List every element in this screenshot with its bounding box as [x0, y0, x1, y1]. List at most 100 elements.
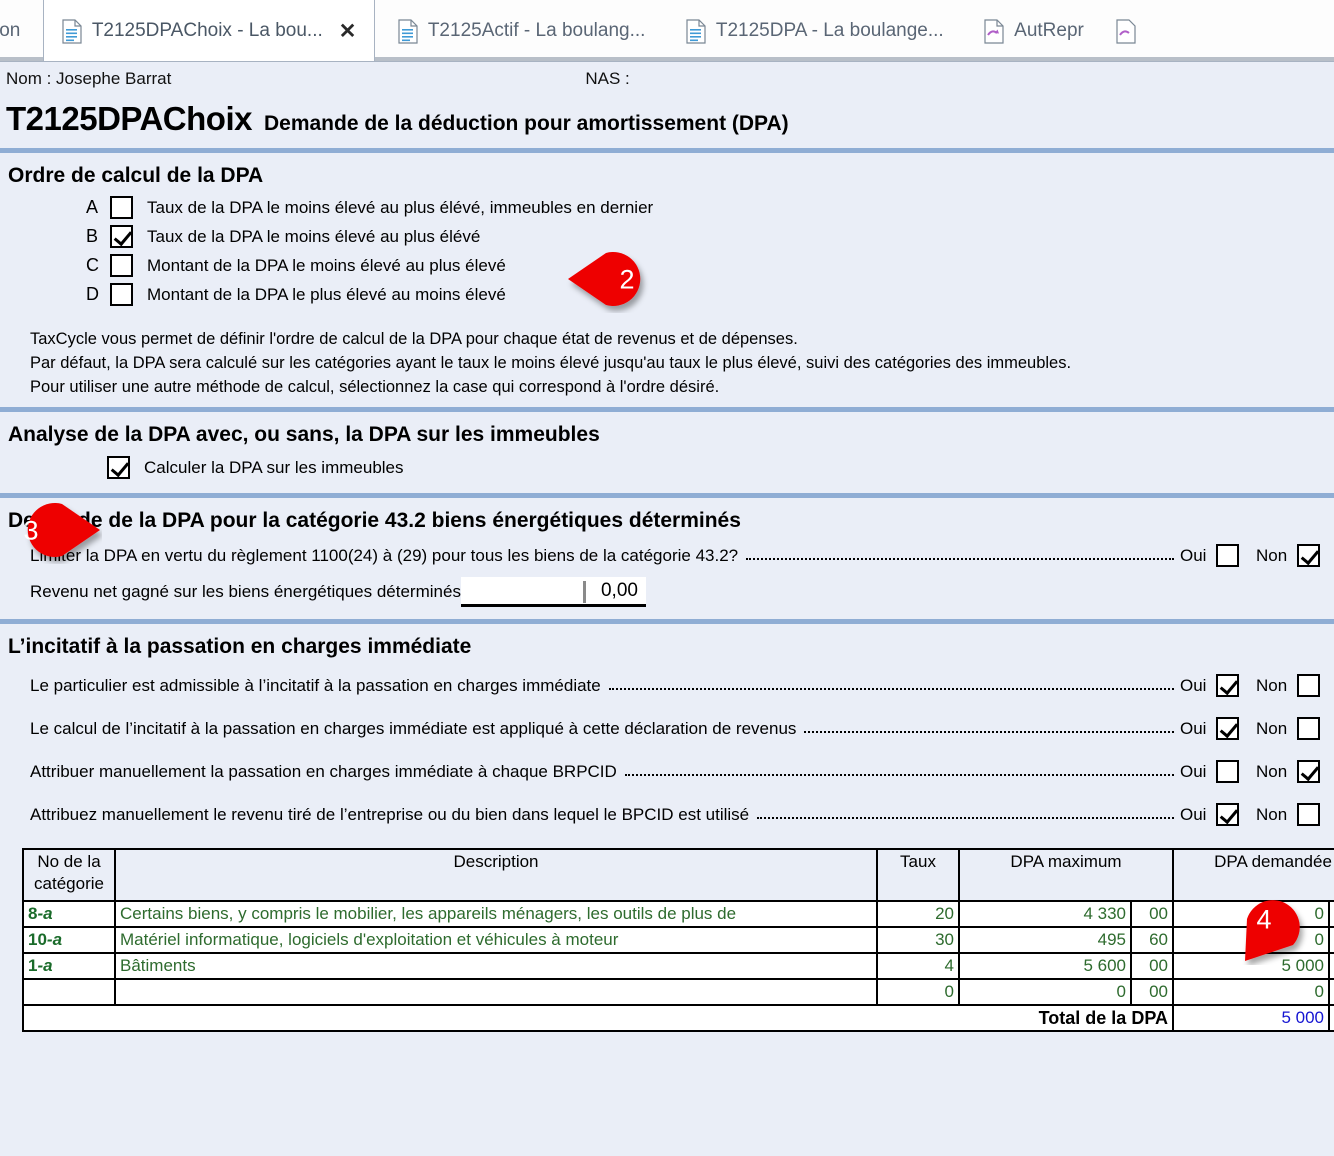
cell-dpa-max-cents[interactable]: 00: [1130, 978, 1174, 1006]
cell-taux[interactable]: 0: [876, 978, 960, 1006]
checkbox-brpcid-oui[interactable]: [1216, 760, 1240, 783]
tab-autrepr[interactable]: AutRepr: [966, 0, 1102, 61]
tab-t2125dpa[interactable]: T2125DPA - La boulange...: [668, 0, 962, 61]
question-attribuer-revenu-bpcid: Attribuez manuellement le revenu tiré de…: [0, 793, 1334, 836]
checkbox-limiter-non[interactable]: [1297, 544, 1321, 567]
cell-dpa-max-cents[interactable]: 00: [1130, 952, 1174, 980]
cell-taux[interactable]: 20: [876, 900, 960, 928]
checkbox-applique-non[interactable]: [1297, 717, 1321, 740]
choice-row-a[interactable]: A Taux de la DPA le moins élevé au plus …: [0, 193, 1334, 222]
section-title: Ordre de calcul de la DPA: [8, 164, 264, 187]
tab-close-icon[interactable]: ✕: [339, 21, 357, 42]
oui-group: Oui: [1180, 717, 1256, 740]
checkbox-ordre-c[interactable]: [110, 254, 133, 277]
checkbox-ordre-a[interactable]: [110, 196, 133, 219]
cell-dpa-max[interactable]: 495: [958, 926, 1132, 954]
checkbox-ordre-d[interactable]: [110, 283, 133, 306]
non-label: Non: [1256, 675, 1288, 695]
non-group: Non: [1256, 674, 1334, 697]
choice-row-d[interactable]: D Montant de la DPA le plus élevé au moi…: [0, 280, 1334, 309]
non-label: Non: [1256, 545, 1288, 565]
checkbox-ordre-b[interactable]: [110, 225, 133, 248]
leader-dots: [757, 806, 1174, 819]
non-group: Non: [1256, 717, 1334, 740]
question-label: Attribuez manuellement le revenu tiré de…: [30, 804, 750, 824]
cell-dpa-demandee-cents[interactable]: 00: [1327, 952, 1334, 980]
checkbox-admissible-non[interactable]: [1297, 674, 1321, 697]
table-row[interactable]: 10-a Matériel informatique, logiciels d'…: [22, 926, 1334, 954]
document-icon: [686, 18, 706, 44]
dpa-table: No de la catégorie Description Taux DPA …: [22, 848, 1334, 1032]
cell-dpa-max[interactable]: 0: [958, 978, 1132, 1006]
leader-dots: [608, 677, 1174, 690]
cell-description[interactable]: [114, 978, 878, 1006]
choice-row-c[interactable]: C Montant de la DPA le moins élevé au pl…: [0, 251, 1334, 280]
cell-dpa-demandee[interactable]: 0: [1172, 926, 1330, 954]
col-header-categorie: No de la catégorie: [22, 848, 116, 902]
total-label: Total de la DPA: [22, 1004, 1174, 1032]
cell-description[interactable]: Matériel informatique, logiciels d'explo…: [114, 926, 878, 954]
table-row[interactable]: 8-a Certains biens, y compris le mobilie…: [22, 900, 1334, 928]
cell-dpa-demandee-cents[interactable]: 00: [1327, 926, 1334, 954]
section-title: Analyse de la DPA avec, ou sans, la DPA …: [8, 423, 600, 446]
immeubles-label: Calculer la DPA sur les immeubles: [144, 457, 404, 477]
cell-dpa-demandee-cents[interactable]: 00: [1327, 900, 1334, 928]
question-incitatif-applique: Le calcul de l’incitatif à la passation …: [0, 707, 1334, 750]
non-label: Non: [1256, 761, 1288, 781]
cell-description[interactable]: Bâtiments: [114, 952, 878, 980]
oui-label: Oui: [1180, 675, 1207, 695]
cell-dpa-demandee[interactable]: 0: [1172, 900, 1330, 928]
total-value: 5 000: [1172, 1004, 1330, 1032]
cell-categorie[interactable]: 10-a: [22, 926, 116, 954]
tab-label: AutRepr: [1014, 20, 1084, 41]
yes-no-group: Oui Non: [1180, 760, 1334, 783]
cell-categorie[interactable]: 8-a: [22, 900, 116, 928]
checkbox-brpcid-non[interactable]: [1297, 760, 1321, 783]
choice-letter: D: [86, 284, 99, 304]
table-row[interactable]: 1-a Bâtiments 4 5 600 00 5 000 00: [22, 952, 1334, 980]
tab-t2125actif[interactable]: T2125Actif - La boulang...: [380, 0, 664, 61]
cell-dpa-demandee[interactable]: 0: [1172, 978, 1330, 1006]
table-row[interactable]: 0 0 00 0 00: [22, 978, 1334, 1006]
non-label: Non: [1256, 718, 1288, 738]
taxpayer-nas: NAS :: [585, 69, 630, 88]
checkbox-bpcid-revenu-non[interactable]: [1297, 803, 1321, 826]
cell-categorie[interactable]: [22, 978, 116, 1006]
tab-partial-right[interactable]: [1106, 0, 1136, 61]
cell-taux[interactable]: 4: [876, 952, 960, 980]
revenu-net-label: Revenu net gagné sur les biens énergétiq…: [30, 582, 461, 601]
cell-dpa-max-cents[interactable]: 60: [1130, 926, 1174, 954]
col-header-description: Description: [114, 848, 878, 902]
cell-dpa-demandee[interactable]: 5 000: [1172, 952, 1330, 980]
cell-description[interactable]: Certains biens, y compris le mobilier, l…: [114, 900, 878, 928]
choice-row-b[interactable]: B Taux de la DPA le moins élevé au plus …: [0, 222, 1334, 251]
cell-dpa-max-cents[interactable]: 00: [1130, 900, 1174, 928]
immeubles-row[interactable]: Calculer la DPA sur les immeubles: [0, 452, 1334, 489]
oui-group: Oui: [1180, 544, 1256, 567]
cell-dpa-max[interactable]: 5 600: [958, 952, 1132, 980]
checkbox-bpcid-revenu-oui[interactable]: [1216, 803, 1240, 826]
tab-ssion[interactable]: ssion: [0, 0, 38, 61]
revenu-net-input[interactable]: 0,00: [460, 577, 646, 607]
checkbox-limiter-oui[interactable]: [1216, 544, 1240, 567]
checkbox-admissible-oui[interactable]: [1216, 674, 1240, 697]
document-arrow-icon: [984, 18, 1004, 44]
question-label: Le calcul de l’incitatif à la passation …: [30, 718, 797, 738]
revenu-net-value: 0,00: [600, 579, 638, 601]
table-header-row: No de la catégorie Description Taux DPA …: [22, 848, 1334, 902]
cat-number: 10: [28, 930, 47, 949]
checkbox-calculer-immeubles[interactable]: [107, 456, 130, 479]
cell-categorie[interactable]: 1-a: [22, 952, 116, 980]
document-icon: [62, 18, 82, 44]
question-incitatif-admissible: Le particulier est admissible à l’incita…: [0, 664, 1334, 707]
tab-t2125dpachoix[interactable]: T2125DPAChoix - La bou... ✕: [42, 0, 376, 61]
col-header-line2: catégorie: [34, 874, 104, 893]
checkbox-applique-oui[interactable]: [1216, 717, 1240, 740]
table-total-row: Total de la DPA 5 000 00: [22, 1004, 1334, 1032]
cell-dpa-demandee-cents[interactable]: 00: [1327, 978, 1334, 1006]
tab-strip: ssion T2125DPAChoix - La bou... ✕: [0, 0, 1334, 62]
cell-taux[interactable]: 30: [876, 926, 960, 954]
cat-suffix: -a: [37, 904, 53, 923]
cell-dpa-max[interactable]: 4 330: [958, 900, 1132, 928]
choice-label: Montant de la DPA le plus élevé au moins…: [147, 284, 506, 304]
